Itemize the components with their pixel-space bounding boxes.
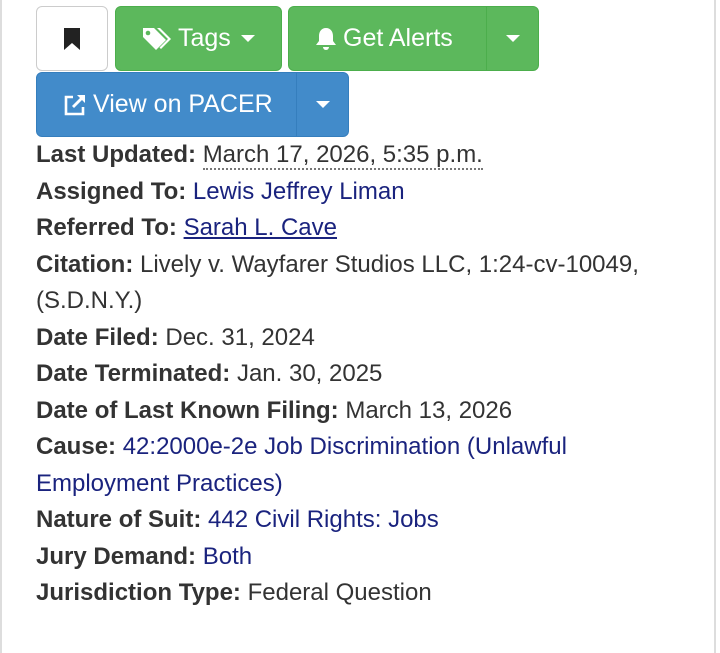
jurisdiction-type-label: Jurisdiction Type:	[36, 579, 241, 606]
jury-demand-row: Jury Demand: Both	[36, 539, 676, 576]
get-alerts-button-label: Get Alerts	[343, 24, 453, 52]
date-filed-label: Date Filed:	[36, 323, 159, 351]
tags-icon	[142, 27, 172, 51]
view-on-pacer-button-label: View on PACER	[93, 90, 273, 118]
cause-link[interactable]: 42:2000e-2e Job Discrimination (Unlawful…	[36, 433, 567, 497]
tags-button[interactable]: Tags	[115, 6, 282, 71]
docket-details: Last Updated: March 17, 2026, 5:35 p.m. …	[36, 137, 676, 612]
caret-down-icon	[315, 101, 330, 108]
last-known-filing-row: Date of Last Known Filing: March 13, 202…	[36, 393, 676, 430]
caret-down-icon	[240, 35, 255, 42]
date-filed-value: Dec. 31, 2024	[165, 323, 315, 351]
view-on-pacer-button[interactable]: View on PACER	[36, 72, 297, 137]
jurisdiction-type-value: Federal Question	[247, 579, 432, 606]
last-updated-value: March 17, 2026, 5:35 p.m.	[202, 141, 483, 170]
bell-icon	[315, 27, 337, 51]
last-updated-row: Last Updated: March 17, 2026, 5:35 p.m.	[36, 137, 676, 174]
cause-label: Cause:	[36, 433, 117, 460]
get-alerts-dropdown-toggle[interactable]	[486, 6, 539, 71]
cause-row: Cause: 42:2000e-2e Job Discrimination (U…	[36, 429, 676, 502]
assigned-to-label: Assigned To:	[36, 177, 187, 205]
caret-down-icon	[505, 35, 520, 42]
tags-button-label: Tags	[178, 24, 231, 52]
last-updated-label: Last Updated:	[36, 141, 197, 168]
date-filed-row: Date Filed: Dec. 31, 2024	[36, 320, 676, 357]
nature-of-suit-row: Nature of Suit: 442 Civil Rights: Jobs	[36, 502, 676, 539]
jury-demand-link[interactable]: Both	[203, 543, 252, 570]
last-known-filing-value: March 13, 2026	[345, 396, 513, 424]
referred-judge-link[interactable]: Sarah L. Cave	[184, 214, 337, 241]
referred-to-label: Referred To:	[36, 214, 177, 241]
date-terminated-label: Date Terminated:	[36, 360, 231, 387]
citation-row: Citation: Lively v. Wayfarer Studios LLC…	[36, 247, 676, 320]
last-known-filing-label: Date of Last Known Filing:	[36, 396, 339, 424]
citation-label: Citation:	[36, 250, 134, 278]
nature-of-suit-link[interactable]: 442 Civil Rights: Jobs	[208, 506, 439, 533]
referred-to-row: Referred To: Sarah L. Cave	[36, 210, 676, 247]
nature-of-suit-label: Nature of Suit:	[36, 506, 202, 533]
jurisdiction-type-row: Jurisdiction Type: Federal Question	[36, 575, 676, 612]
date-terminated-value: Jan. 30, 2025	[236, 360, 383, 387]
view-on-pacer-dropdown-toggle[interactable]	[296, 72, 349, 137]
jury-demand-label: Jury Demand:	[36, 542, 197, 570]
docket-info-panel: Tags Get Alerts View on PACER Last Updat…	[0, 0, 716, 653]
assigned-judge-link[interactable]: Lewis Jeffrey Liman	[193, 178, 405, 205]
date-terminated-row: Date Terminated: Jan. 30, 2025	[36, 356, 676, 393]
bookmark-icon	[63, 27, 81, 50]
external-link-icon	[63, 93, 87, 117]
get-alerts-button[interactable]: Get Alerts	[288, 6, 487, 71]
assigned-to-row: Assigned To: Lewis Jeffrey Liman	[36, 174, 676, 211]
bookmark-button[interactable]	[36, 6, 108, 71]
